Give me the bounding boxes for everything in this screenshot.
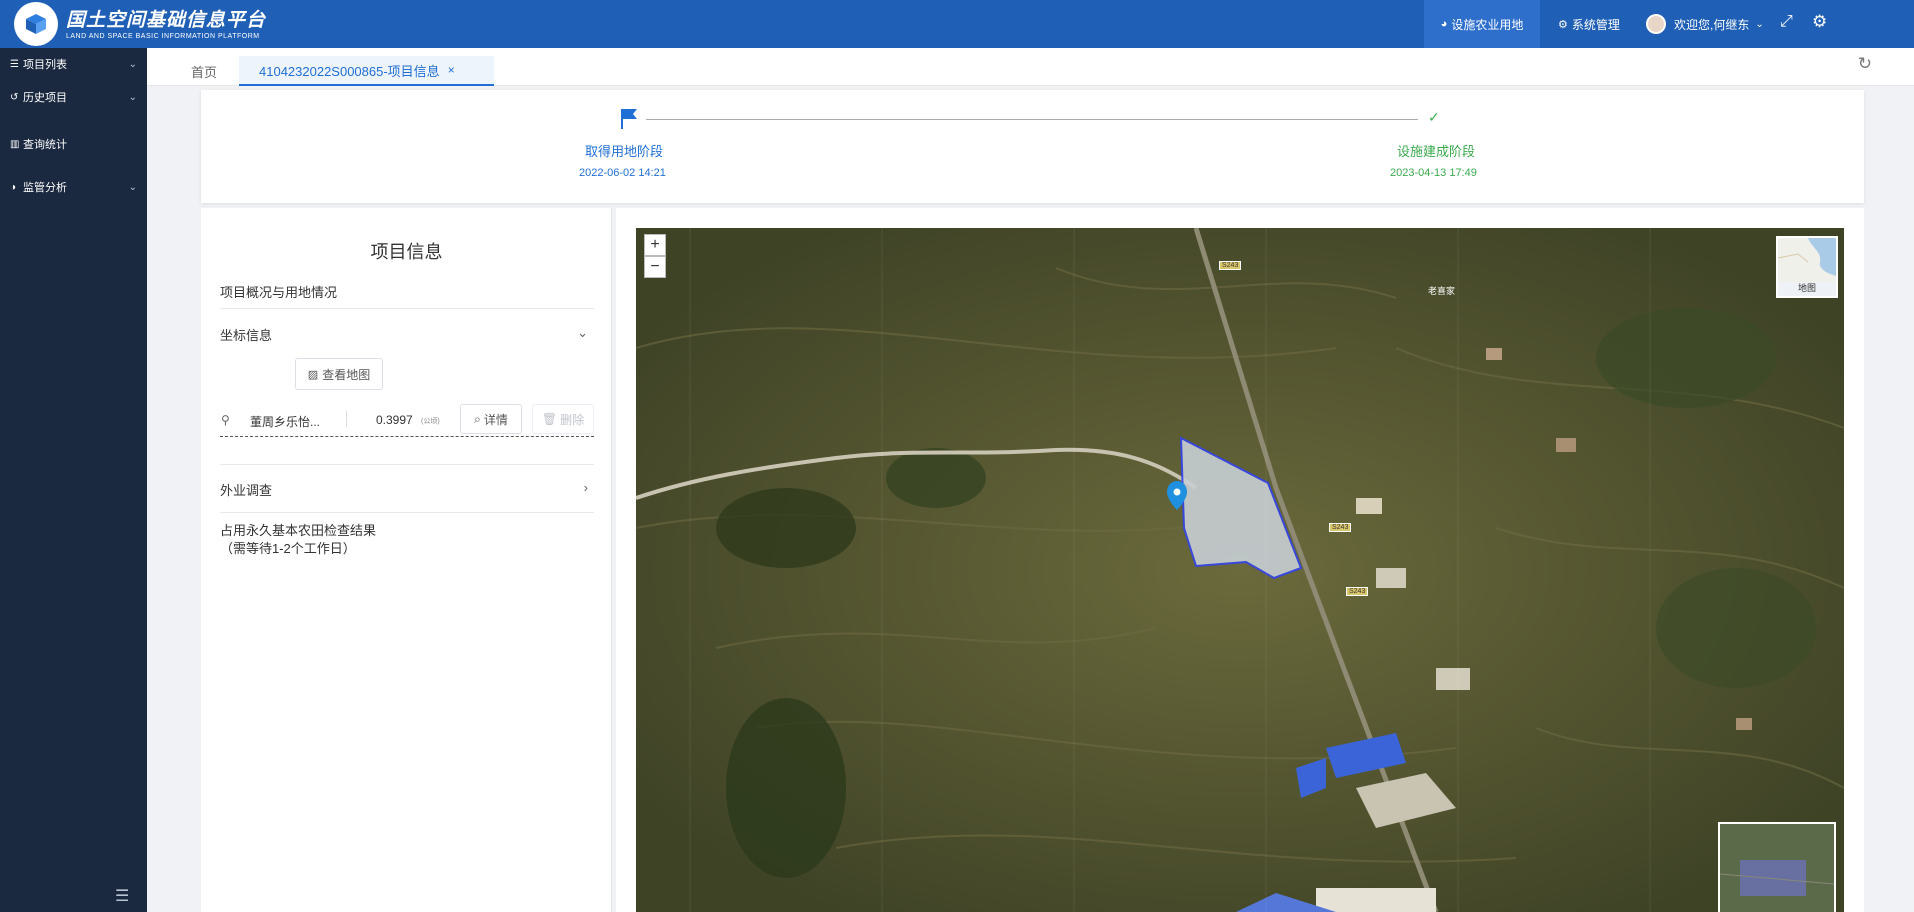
nav-facility-farmland[interactable]: ◕ 设施农业用地	[1424, 0, 1540, 48]
view-map-button[interactable]: ▨ 查看地图	[295, 358, 383, 390]
coord-area: 0.3997	[376, 413, 413, 427]
detail-label: 详情	[483, 412, 508, 427]
location-icon: ⚲	[221, 413, 230, 427]
satellite-map[interactable]: S243 S243 S243 老喜家 + − 地图	[636, 228, 1844, 912]
coord-unit: (公顷)	[421, 418, 440, 425]
sidebar-item-label: 监管分析	[23, 182, 67, 194]
place-label: 老喜家	[1428, 286, 1456, 296]
road-label: S243	[1219, 261, 1242, 270]
overview-section[interactable]: 项目概况与用地情况	[220, 282, 594, 301]
refresh-icon[interactable]: ↻	[1858, 54, 1872, 74]
basemap-thumbnail	[1777, 238, 1836, 282]
check-icon: ✓	[1428, 109, 1440, 125]
app-title: 国土空间基础信息平台	[66, 10, 267, 31]
sidebar-item-history[interactable]: ↺ 历史项目 ⌄	[10, 85, 137, 109]
divider	[346, 411, 347, 427]
trash-icon: 🗑	[541, 412, 558, 426]
coord-row: ⚲ 董周乡乐怡... 0.3997 (公顷) ⌕ 详情 🗑 删除	[220, 403, 594, 437]
sidebar-item-label: 项目列表	[23, 59, 67, 71]
nav-system-management-label: 系统管理	[1571, 17, 1620, 32]
step-1-time: 2022-06-02 14:21	[579, 167, 666, 179]
brand: 国土空间基础信息平台 LAND AND SPACE BASIC INFORMAT…	[66, 5, 266, 40]
delete-button[interactable]: 🗑 删除	[532, 404, 594, 434]
gears-icon: ⚙	[1558, 18, 1568, 31]
check-result-title: 占用永久基本农田检查结果	[220, 523, 377, 538]
step-2-time: 2023-04-13 17:49	[1390, 167, 1477, 179]
tab-bar: 首页 4104232022S000865-项目信息 × ↻	[147, 48, 1914, 86]
image-icon: ▨	[307, 368, 319, 381]
chevron-right-icon: ›	[583, 480, 588, 495]
field-survey-label: 外业调查	[220, 483, 273, 498]
collapse-menu-icon[interactable]: ☰	[115, 886, 129, 906]
project-info-panel: 项目信息 项目概况与用地情况 坐标信息 ⌄ ▨ 查看地图 ⚲ 董周乡乐怡... …	[201, 208, 612, 912]
divider	[220, 464, 594, 465]
step-1-title: 取得用地阶段	[585, 144, 664, 159]
sidebar-item-supervision[interactable]: ◑ 监管分析 ⌄	[10, 175, 137, 199]
sidebar-item-project-list[interactable]: ☰ 项目列表 ⌄	[10, 52, 137, 76]
panel-title: 项目信息	[370, 242, 443, 262]
progress-steps: ✓ 取得用地阶段 2022-06-02 14:21 设施建成阶段 2023-04…	[201, 90, 1864, 203]
logo	[14, 2, 58, 46]
user-menu[interactable]: 欢迎您,何继东 ⌄	[1646, 0, 1764, 48]
search-icon: ⌕	[474, 411, 481, 426]
view-map-label: 查看地图	[322, 367, 371, 382]
zoom-out-button[interactable]: −	[644, 256, 666, 278]
settings-icon[interactable]: ⚙	[1812, 12, 1827, 32]
basemap-label: 地图	[1797, 283, 1816, 293]
list-icon: ☰	[10, 58, 19, 70]
road-label: S243	[1329, 523, 1352, 532]
step-2-title: 设施建成阶段	[1397, 144, 1476, 159]
zoom-in-button[interactable]: +	[644, 234, 666, 256]
road-label: S243	[1346, 587, 1369, 596]
bar-chart-icon: ▥	[10, 138, 20, 150]
logo-cube-icon	[26, 14, 46, 34]
coord-name: 董周乡乐怡...	[250, 415, 321, 429]
fullscreen-icon[interactable]: ⤢	[1780, 13, 1793, 31]
chevron-down-icon: ⌄	[1755, 18, 1764, 30]
overview-thumbnail	[1719, 824, 1835, 912]
sidebar-item-statistics[interactable]: ▥ 查询统计	[10, 132, 137, 156]
sidebar: ☰ 项目列表 ⌄ ↺ 历史项目 ⌄ ▥ 查询统计 ◑ 监管分析 ⌄ ☰	[0, 48, 147, 912]
globe-icon: ◕	[1440, 18, 1448, 30]
tab-home[interactable]: 首页	[191, 56, 217, 86]
chevron-down-icon: ⌄	[128, 91, 137, 103]
detail-button[interactable]: ⌕ 详情	[460, 404, 522, 434]
overview-map[interactable]	[1718, 822, 1836, 912]
chevron-down-icon: ⌄	[128, 58, 137, 70]
basemap-switch[interactable]: 地图	[1776, 236, 1838, 298]
avatar	[1646, 14, 1666, 34]
map-imagery	[636, 228, 1844, 912]
check-result-note: （需等待1-2个工作日）	[220, 541, 356, 556]
chevron-down-icon: ⌄	[128, 181, 137, 193]
top-header: 国土空间基础信息平台 LAND AND SPACE BASIC INFORMAT…	[0, 0, 1914, 48]
history-icon: ↺	[10, 91, 19, 103]
coord-section-header[interactable]: 坐标信息 ⌄	[220, 325, 594, 344]
divider	[220, 308, 594, 309]
palette-icon: ◑	[10, 181, 17, 193]
step-connector	[646, 119, 1418, 120]
flag-icon	[621, 109, 637, 129]
chevron-down-icon: ⌄	[577, 325, 588, 340]
divider	[220, 512, 594, 513]
map-panel: S243 S243 S243 老喜家 + − 地图	[616, 208, 1864, 912]
nav-facility-farmland-label: 设施农业用地	[1451, 17, 1524, 32]
welcome-text: 欢迎您,何继东	[1674, 17, 1750, 32]
delete-label: 删除	[560, 412, 585, 427]
sidebar-item-label: 历史项目	[23, 92, 67, 104]
nav-system-management[interactable]: ⚙ 系统管理	[1558, 0, 1620, 48]
app-subtitle: LAND AND SPACE BASIC INFORMATION PLATFOR…	[66, 33, 260, 40]
coord-section-label: 坐标信息	[220, 328, 273, 343]
sidebar-item-label: 查询统计	[23, 139, 67, 151]
tab-project-info[interactable]: 4104232022S000865-项目信息 ×	[239, 56, 494, 86]
close-icon[interactable]: ×	[448, 63, 455, 77]
field-survey-section[interactable]: 外业调查 ›	[220, 480, 594, 499]
tab-project-info-label: 4104232022S000865-项目信息	[259, 63, 440, 79]
